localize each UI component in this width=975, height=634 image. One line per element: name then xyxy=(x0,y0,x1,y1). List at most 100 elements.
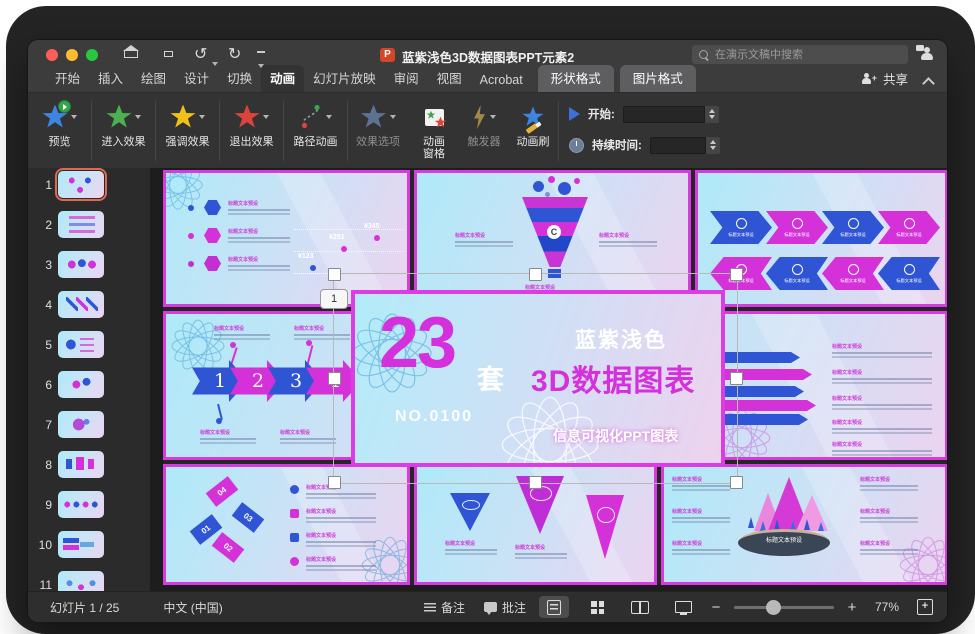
tab-acrobat[interactable]: Acrobat xyxy=(471,70,532,92)
tab-home[interactable]: 开始 xyxy=(46,65,89,92)
animation-pane-button[interactable]: 动画窗格 xyxy=(408,93,460,169)
normal-view-button[interactable] xyxy=(539,596,569,618)
tab-shape-format[interactable]: 形状格式 xyxy=(538,65,614,92)
title-card-shape[interactable]: 23 套 NO.0100 蓝紫浅色 3D数据图表 信息可视化PPT图表 xyxy=(351,290,725,467)
tab-insert[interactable]: 插入 xyxy=(89,65,132,92)
comments-toggle[interactable]: 批注 xyxy=(484,599,526,616)
tab-review[interactable]: 审阅 xyxy=(385,65,428,92)
duration-stepper[interactable] xyxy=(706,137,720,154)
zigzag-block: 03 xyxy=(232,502,265,533)
selection-handle[interactable] xyxy=(529,268,542,281)
motion-path-icon xyxy=(299,104,323,130)
selection-handle[interactable] xyxy=(529,476,542,489)
tab-slideshow[interactable]: 幻灯片放映 xyxy=(304,65,385,92)
zoom-slider-thumb[interactable] xyxy=(766,600,781,615)
effect-options-button[interactable]: 效果选项 xyxy=(348,93,408,169)
selection-handle[interactable] xyxy=(730,372,743,385)
slide-10-thumbnail[interactable] xyxy=(58,531,104,558)
slide-9-thumbnail[interactable] xyxy=(58,491,104,518)
animation-pane-label: 动画窗格 xyxy=(421,136,447,160)
thumbnail-item[interactable]: 10 xyxy=(28,531,150,565)
zoom-out-button[interactable]: − xyxy=(711,599,721,616)
slide-3-thumbnail[interactable] xyxy=(58,251,104,278)
close-button[interactable] xyxy=(46,49,58,61)
fit-to-window-icon[interactable]: + xyxy=(917,599,933,615)
panel-funnel[interactable]: C 标题文本预设 标题文本预设 标题文本预设 xyxy=(414,170,691,307)
scatter-gridline xyxy=(294,229,404,230)
slide-5-thumbnail[interactable] xyxy=(58,331,104,358)
panel-hexagon-scatter[interactable]: 标题文本预设 标题文本预设 标题文本预设 ¥123 ¥251 ¥345 xyxy=(163,170,410,307)
collapse-ribbon-icon[interactable] xyxy=(922,77,935,90)
start-stepper[interactable] xyxy=(705,106,719,123)
emphasis-effect-button[interactable]: 强调效果 xyxy=(156,93,219,169)
card-title: 3D数据图表 xyxy=(531,356,695,400)
panel-chevron-process[interactable]: 标题文本预设 标题文本预设 标题文本预设 标题文本预设 标题文本预设 标题文本预… xyxy=(695,170,947,307)
zoom-percentage[interactable]: 77% xyxy=(870,600,904,614)
tab-picture-format[interactable]: 图片格式 xyxy=(620,65,696,92)
search-box[interactable] xyxy=(692,45,908,64)
entrance-label: 进入效果 xyxy=(102,136,146,148)
selection-handle[interactable] xyxy=(328,372,341,385)
selection-handle[interactable] xyxy=(730,476,743,489)
preview-button[interactable]: 预览 xyxy=(28,93,91,169)
slide-7-thumbnail[interactable] xyxy=(58,411,104,438)
motion-path-button[interactable]: 路径动画 xyxy=(284,93,347,169)
tree-decor xyxy=(748,517,754,528)
tab-view[interactable]: 视图 xyxy=(428,65,471,92)
panel-mountain-island[interactable]: 标题文本预设 标题文本预设 标题文本预设 标题文本预设 标题文本预设 标题文本预 xyxy=(661,464,947,585)
notes-toggle[interactable]: 备注 xyxy=(424,599,465,616)
thumbnail-item[interactable]: 1 xyxy=(28,171,150,205)
trigger-button[interactable]: 触发器 xyxy=(460,93,508,169)
thumbnail-item[interactable]: 5 xyxy=(28,331,150,365)
search-input[interactable] xyxy=(713,48,887,62)
tab-design[interactable]: 设计 xyxy=(175,65,218,92)
spiro-flower-decor xyxy=(163,170,206,213)
comments-label: 批注 xyxy=(502,599,526,616)
duration-label: 持续时间: xyxy=(592,137,642,153)
selection-handle[interactable] xyxy=(328,268,341,281)
slide-6-thumbnail[interactable] xyxy=(58,371,104,398)
list-item-text: 标题文本预设 xyxy=(306,509,376,523)
language-indicator[interactable]: 中文 (中国) xyxy=(163,599,222,616)
minimize-button[interactable] xyxy=(66,49,78,61)
tab-animations[interactable]: 动画 xyxy=(261,65,304,92)
reading-view-button[interactable] xyxy=(625,596,655,618)
chevron-step: 标题文本预设 xyxy=(822,211,884,244)
tab-transitions[interactable]: 切换 xyxy=(218,65,261,92)
slide-1-editor[interactable]: 标题文本预设 标题文本预设 标题文本预设 ¥123 ¥251 ¥345 xyxy=(163,170,947,585)
undo-icon[interactable]: ↺ xyxy=(194,45,207,65)
slide-8-thumbnail[interactable] xyxy=(58,451,104,478)
thumbnail-item[interactable]: 2 xyxy=(28,211,150,245)
zoom-button[interactable] xyxy=(86,49,98,61)
thumbnail-item[interactable]: 7 xyxy=(28,411,150,445)
zigzag-block: 04 xyxy=(206,476,239,507)
effect-options-star-icon xyxy=(361,105,387,130)
slide-4-thumbnail[interactable] xyxy=(58,291,104,318)
redo-icon[interactable]: ↻ xyxy=(228,45,241,65)
zoom-slider[interactable] xyxy=(734,606,834,609)
exit-effect-button[interactable]: 退出效果 xyxy=(220,93,283,169)
tab-draw[interactable]: 绘图 xyxy=(132,65,175,92)
panel-zigzag-list[interactable]: 04 03 01 02 标题文本预设 标题文本预设 标题文本预设 标题文本预设 xyxy=(163,464,410,585)
start-field[interactable] xyxy=(623,106,705,123)
slideshow-button[interactable] xyxy=(668,596,698,618)
zoom-in-button[interactable]: + xyxy=(847,599,857,616)
selection-handle[interactable] xyxy=(730,268,743,281)
thumbnail-item[interactable]: 6 xyxy=(28,371,150,405)
funnel-bubble xyxy=(533,181,544,192)
slide-1-thumbnail[interactable] xyxy=(58,171,104,198)
thumbnail-item[interactable]: 9 xyxy=(28,491,150,525)
animation-painter-button[interactable]: 动画刷 xyxy=(508,93,558,169)
thumbnail-item[interactable]: 4 xyxy=(28,291,150,325)
animation-order-badge[interactable]: 1 xyxy=(320,289,348,309)
share-button[interactable]: + 共享 xyxy=(862,69,908,92)
hex-item-title: 标题文本预设 xyxy=(228,229,290,243)
selection-handle[interactable] xyxy=(328,476,341,489)
thumbnail-item[interactable]: 3 xyxy=(28,251,150,285)
duration-field[interactable] xyxy=(650,137,706,154)
slide-2-thumbnail[interactable] xyxy=(58,211,104,238)
entrance-effect-button[interactable]: 进入效果 xyxy=(92,93,155,169)
funnel-center-badge: C xyxy=(547,225,561,239)
thumbnail-item[interactable]: 8 xyxy=(28,451,150,485)
slide-sorter-view-button[interactable] xyxy=(582,596,612,618)
